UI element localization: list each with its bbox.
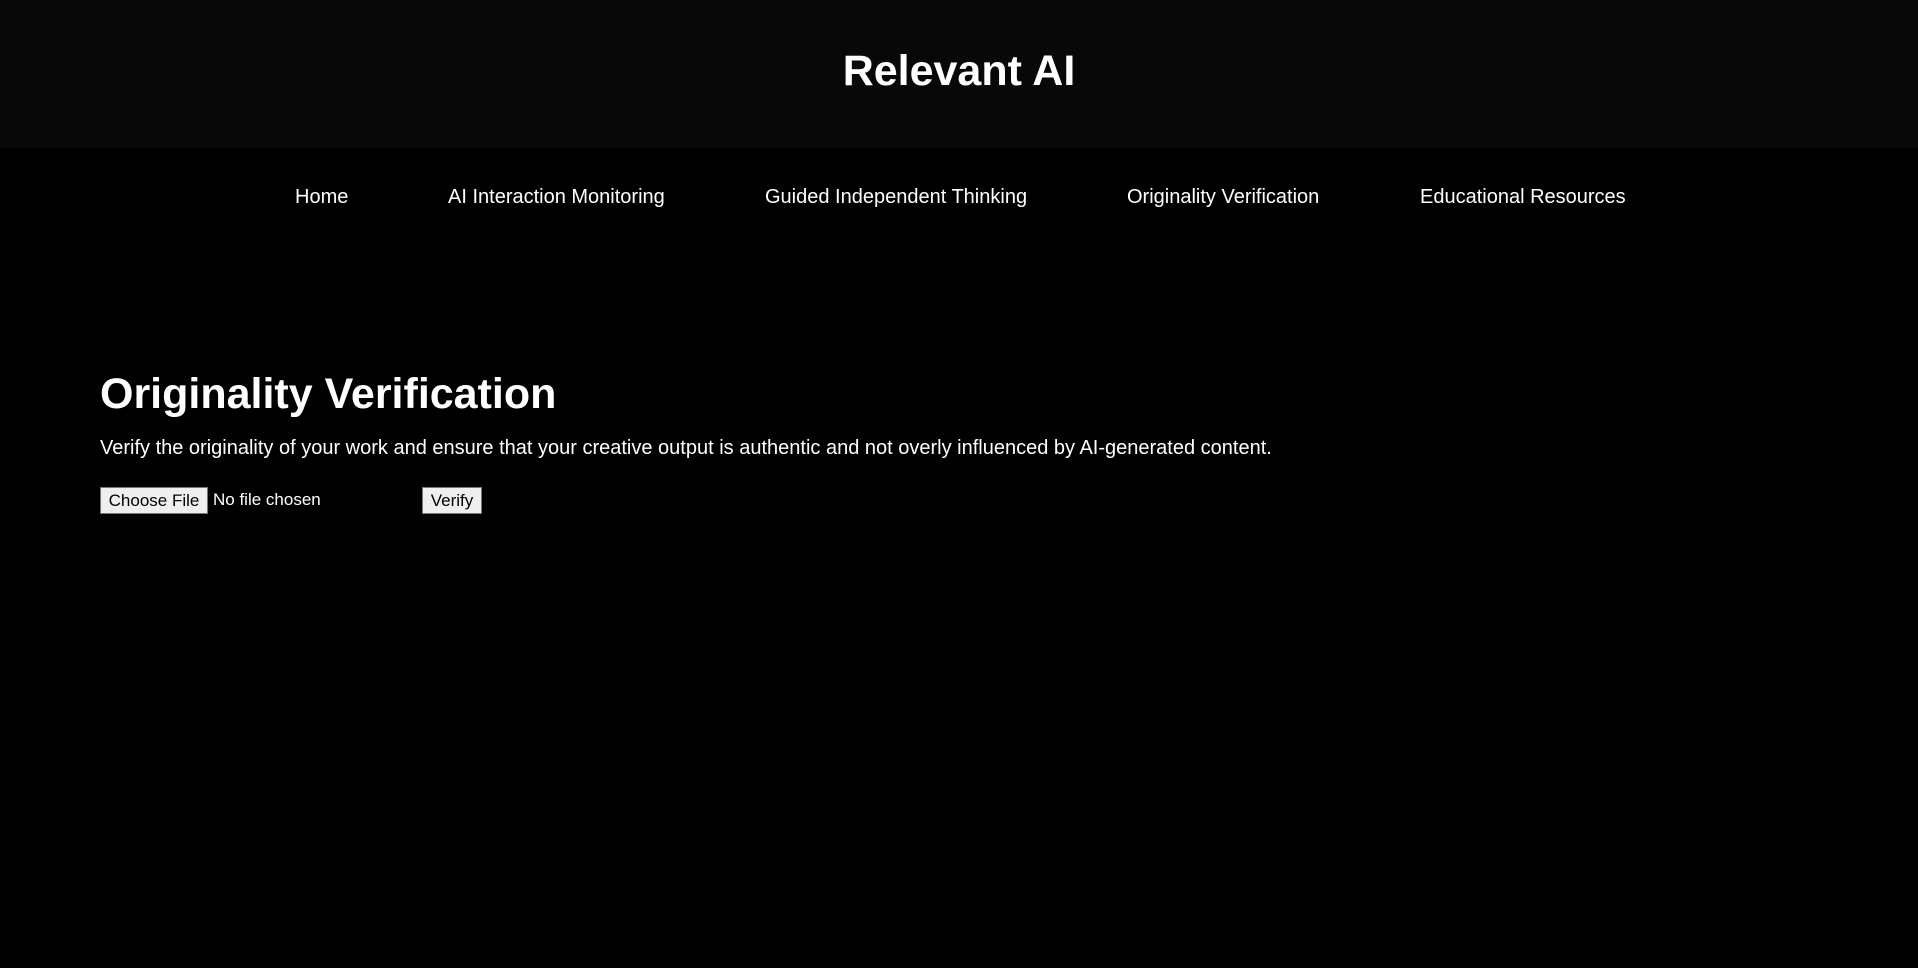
- section-title: Originality Verification: [100, 370, 557, 418]
- site-title: Relevant AI: [842, 46, 1076, 95]
- nav-item-educational-resources[interactable]: Educational Resources: [1420, 186, 1626, 209]
- nav-item-home[interactable]: Home: [295, 186, 348, 209]
- section-description: Verify the originality of your work and …: [100, 437, 1272, 459]
- main-nav: Home AI Interaction Monitoring Guided In…: [0, 148, 1918, 248]
- nav-item-ai-interaction-monitoring[interactable]: AI Interaction Monitoring: [448, 186, 665, 209]
- verification-controls: Choose File No file chosen Verify: [100, 487, 700, 514]
- nav-item-guided-independent-thinking[interactable]: Guided Independent Thinking: [765, 186, 1027, 209]
- originality-verification-section: Originality Verification Verify the orig…: [100, 368, 1800, 514]
- verify-button[interactable]: Verify: [422, 487, 482, 514]
- site-header: Relevant AI: [0, 0, 1918, 148]
- choose-file-button[interactable]: Choose File: [100, 487, 208, 514]
- file-status-text: No file chosen: [213, 490, 321, 509]
- nav-item-originality-verification[interactable]: Originality Verification: [1127, 186, 1319, 209]
